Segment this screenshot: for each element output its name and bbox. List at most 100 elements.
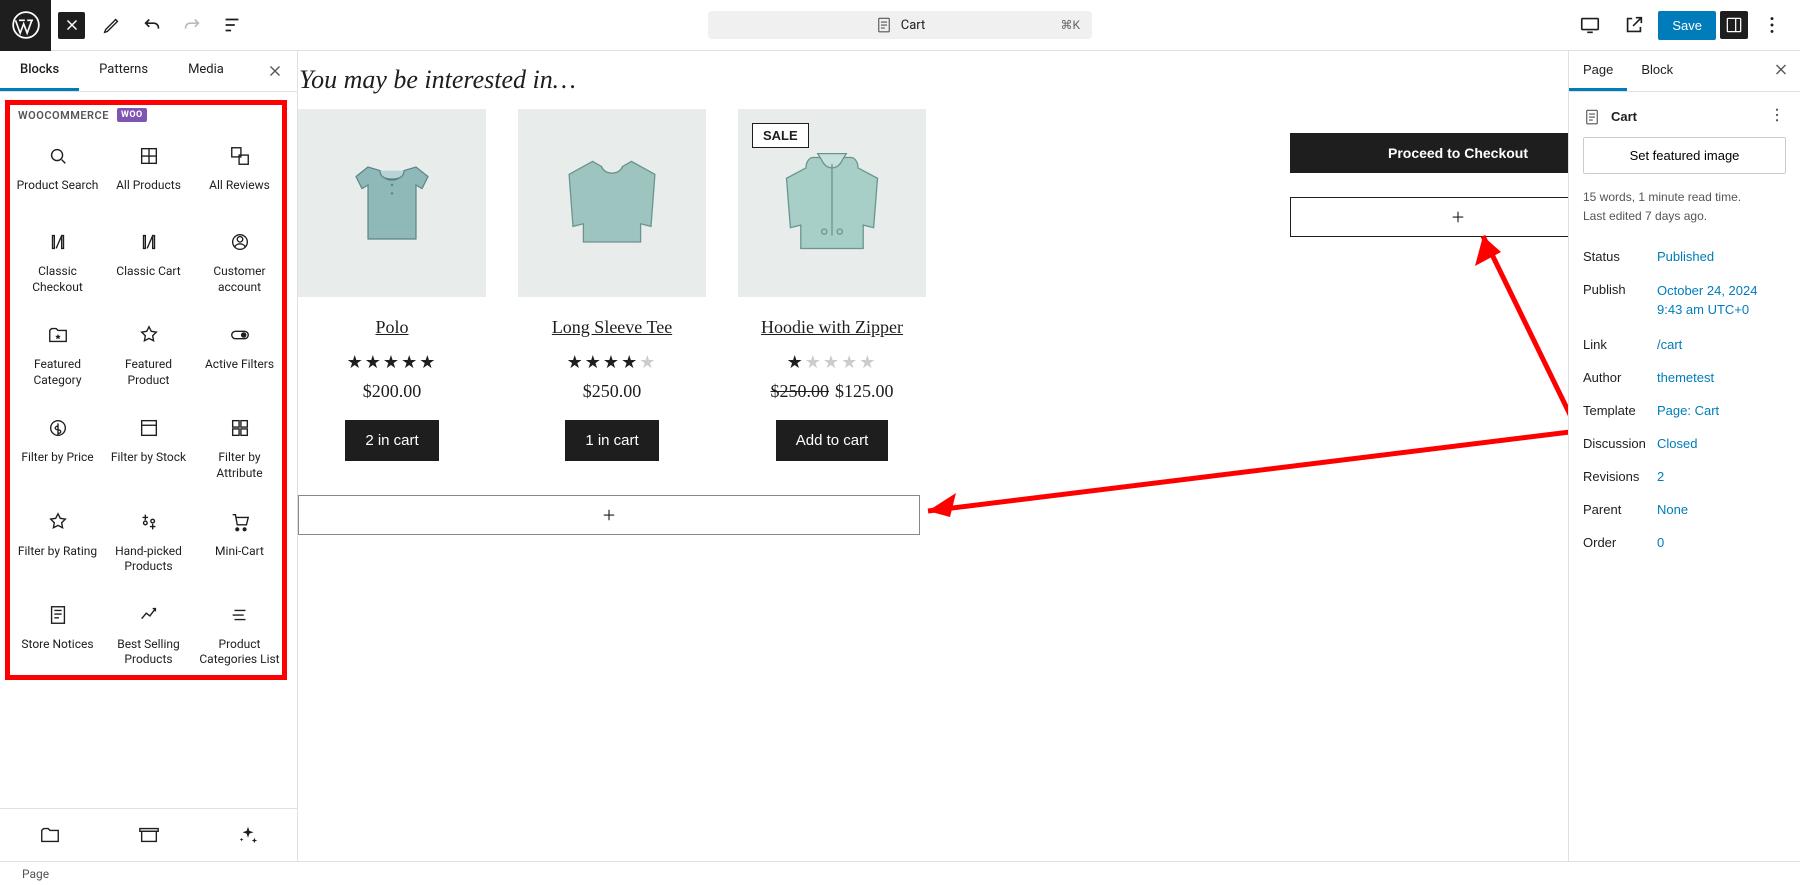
product-name[interactable]: Long Sleeve Tee [552,317,672,338]
block-item[interactable]: Product Search [12,130,103,216]
status-value[interactable]: Published [1657,249,1786,264]
proceed-to-checkout-button[interactable]: Proceed to Checkout [1290,133,1568,173]
block-item[interactable]: Hand-picked Products [103,496,194,589]
parent-value[interactable]: None [1657,502,1786,517]
page-actions-menu[interactable] [1768,106,1786,127]
tab-block[interactable]: Block [1627,51,1687,91]
block-icon [137,416,161,440]
block-icon [228,416,252,440]
document-title-bar[interactable]: Cart ⌘K [708,11,1092,39]
save-button[interactable]: Save [1658,11,1716,40]
tab-page[interactable]: Page [1569,51,1627,91]
footer-ai-button[interactable] [198,819,297,851]
product-card: Polo ★★★★★ $200.00 2 in cart [298,109,486,461]
block-label: Classic Checkout [16,264,99,295]
block-item[interactable]: Product Categories List [194,589,285,682]
editor-footer: Page [0,861,1800,885]
product-rating: ★★★★★ [567,352,658,373]
breadcrumb[interactable]: Page [22,867,49,881]
tab-patterns[interactable]: Patterns [79,51,168,91]
block-icon [137,144,161,168]
block-label: Hand-picked Products [107,544,190,575]
add-block-button-small[interactable] [1290,197,1568,237]
footer-archive-button[interactable] [99,819,198,851]
add-to-cart-button[interactable]: 2 in cart [345,420,438,461]
block-item[interactable]: All Products [103,130,194,216]
block-label: Featured Product [107,357,190,388]
block-icon [46,323,70,347]
revisions-value[interactable]: 2 [1657,469,1786,484]
product-name[interactable]: Hoodie with Zipper [761,317,903,338]
close-inserter-button[interactable] [265,61,285,81]
link-value[interactable]: /cart [1657,337,1786,352]
block-icon [228,603,252,627]
block-icon [46,603,70,627]
block-item[interactable]: Featured Product [103,309,194,402]
tab-media[interactable]: Media [168,51,244,91]
product-price: $250.00 [583,381,642,402]
block-icon [46,144,70,168]
read-time-text: 15 words, 1 minute read time. [1583,188,1786,207]
block-icon [137,230,161,254]
footer-folder-button[interactable] [0,819,99,851]
block-icon [228,144,252,168]
document-overview-button[interactable] [212,5,252,45]
block-item[interactable]: Active Filters [194,309,285,402]
block-item[interactable]: All Reviews [194,130,285,216]
block-label: Active Filters [205,357,274,373]
page-icon [1583,108,1601,126]
section-woocommerce-title: WOOCOMMERCE [18,109,109,122]
block-item[interactable]: Filter by Rating [12,496,103,589]
block-label: Store Notices [21,637,93,653]
add-to-cart-button[interactable]: Add to cart [776,420,889,461]
set-featured-image-button[interactable]: Set featured image [1583,137,1786,174]
order-value[interactable]: 0 [1657,535,1786,550]
editor-canvas[interactable]: You may be interested in… Polo ★★★★★ $20… [298,51,1568,861]
sale-badge: SALE [752,123,809,148]
product-image[interactable] [298,109,486,297]
settings-panel-toggle[interactable] [1720,11,1748,39]
add-to-cart-button[interactable]: 1 in cart [565,420,658,461]
block-item[interactable]: Filter by Price [12,402,103,495]
block-icon [137,323,161,347]
discussion-value[interactable]: Closed [1657,436,1786,451]
block-item[interactable]: Classic Cart [103,216,194,309]
author-value[interactable]: themetest [1657,370,1786,385]
block-item[interactable]: Featured Category [12,309,103,402]
close-editor-button[interactable] [58,12,85,39]
block-icon [46,510,70,534]
block-item[interactable]: Store Notices [12,589,103,682]
close-settings-button[interactable] [1772,61,1790,82]
cross-sell-heading: You may be interested in… [298,61,1568,109]
wordpress-logo[interactable] [0,0,51,51]
product-name[interactable]: Polo [375,317,408,338]
page-name: Cart [1611,109,1758,124]
product-card: Long Sleeve Tee ★★★★★ $250.00 1 in cart [518,109,706,461]
add-block-button-large[interactable] [298,495,920,535]
block-item[interactable]: Mini-Cart [194,496,285,589]
undo-button[interactable] [132,5,172,45]
product-image[interactable] [518,109,706,297]
block-label: Mini-Cart [215,544,264,560]
view-button[interactable] [1570,5,1610,45]
block-icon [228,323,252,347]
publish-value[interactable]: October 24, 2024 9:43 am UTC+0 [1657,282,1786,318]
block-item[interactable]: Classic Checkout [12,216,103,309]
block-label: Filter by Stock [111,450,186,466]
block-item[interactable]: Filter by Attribute [194,402,285,495]
block-label: All Products [116,178,181,194]
block-item[interactable]: Best Selling Products [103,589,194,682]
block-item[interactable]: Filter by Stock [103,402,194,495]
block-item[interactable]: Customer account [194,216,285,309]
external-view-button[interactable] [1614,5,1654,45]
edit-tool-button[interactable] [92,5,132,45]
block-icon [46,416,70,440]
product-image[interactable]: SALE [738,109,926,297]
redo-button[interactable] [172,5,212,45]
block-label: Classic Cart [116,264,180,280]
more-options-button[interactable] [1752,5,1792,45]
command-shortcut: ⌘K [1060,18,1080,32]
tab-blocks[interactable]: Blocks [0,51,79,91]
template-value[interactable]: Page: Cart [1657,403,1786,418]
block-label: Product Categories List [198,637,281,668]
